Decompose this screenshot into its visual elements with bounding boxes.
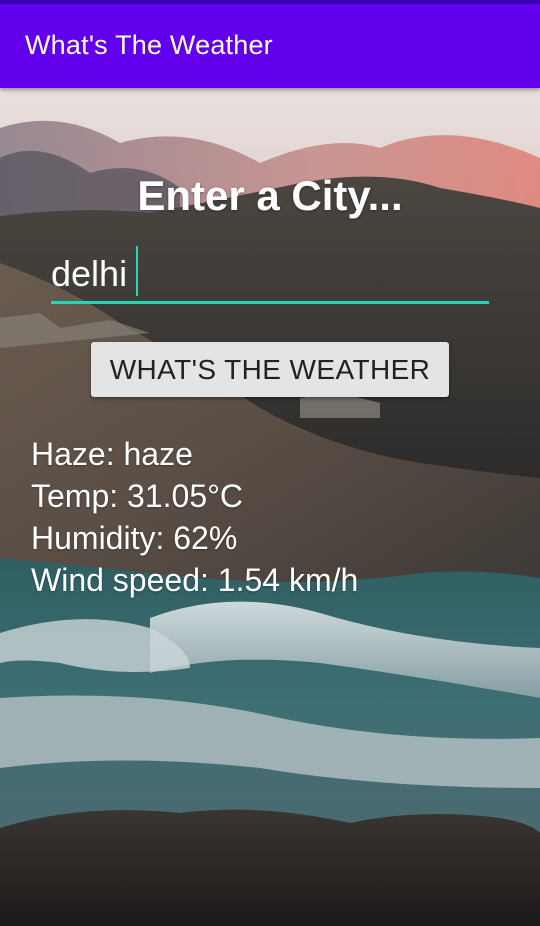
temperature-text: Temp: 31.05°C: [31, 478, 244, 514]
wind-speed-text: Wind speed: 1.54 km/h: [31, 562, 359, 598]
city-input[interactable]: [51, 246, 489, 304]
app-title: What's The Weather: [25, 30, 273, 60]
status-bar-strip: [0, 0, 540, 4]
app-bar: What's The Weather: [0, 0, 540, 88]
app-screen: What's The Weather Enter a City... delhi…: [0, 0, 540, 926]
humidity-text: Humidity: 62%: [31, 520, 238, 556]
text-cursor: [136, 246, 138, 296]
enter-city-heading: Enter a City...: [137, 172, 403, 219]
weather-description-text: Haze: haze: [31, 436, 193, 472]
whats-the-weather-button[interactable]: WHAT'S THE WEATHER: [91, 342, 449, 397]
main-content: Enter a City... WHAT'S THE WEATHER Haze:…: [0, 88, 540, 926]
